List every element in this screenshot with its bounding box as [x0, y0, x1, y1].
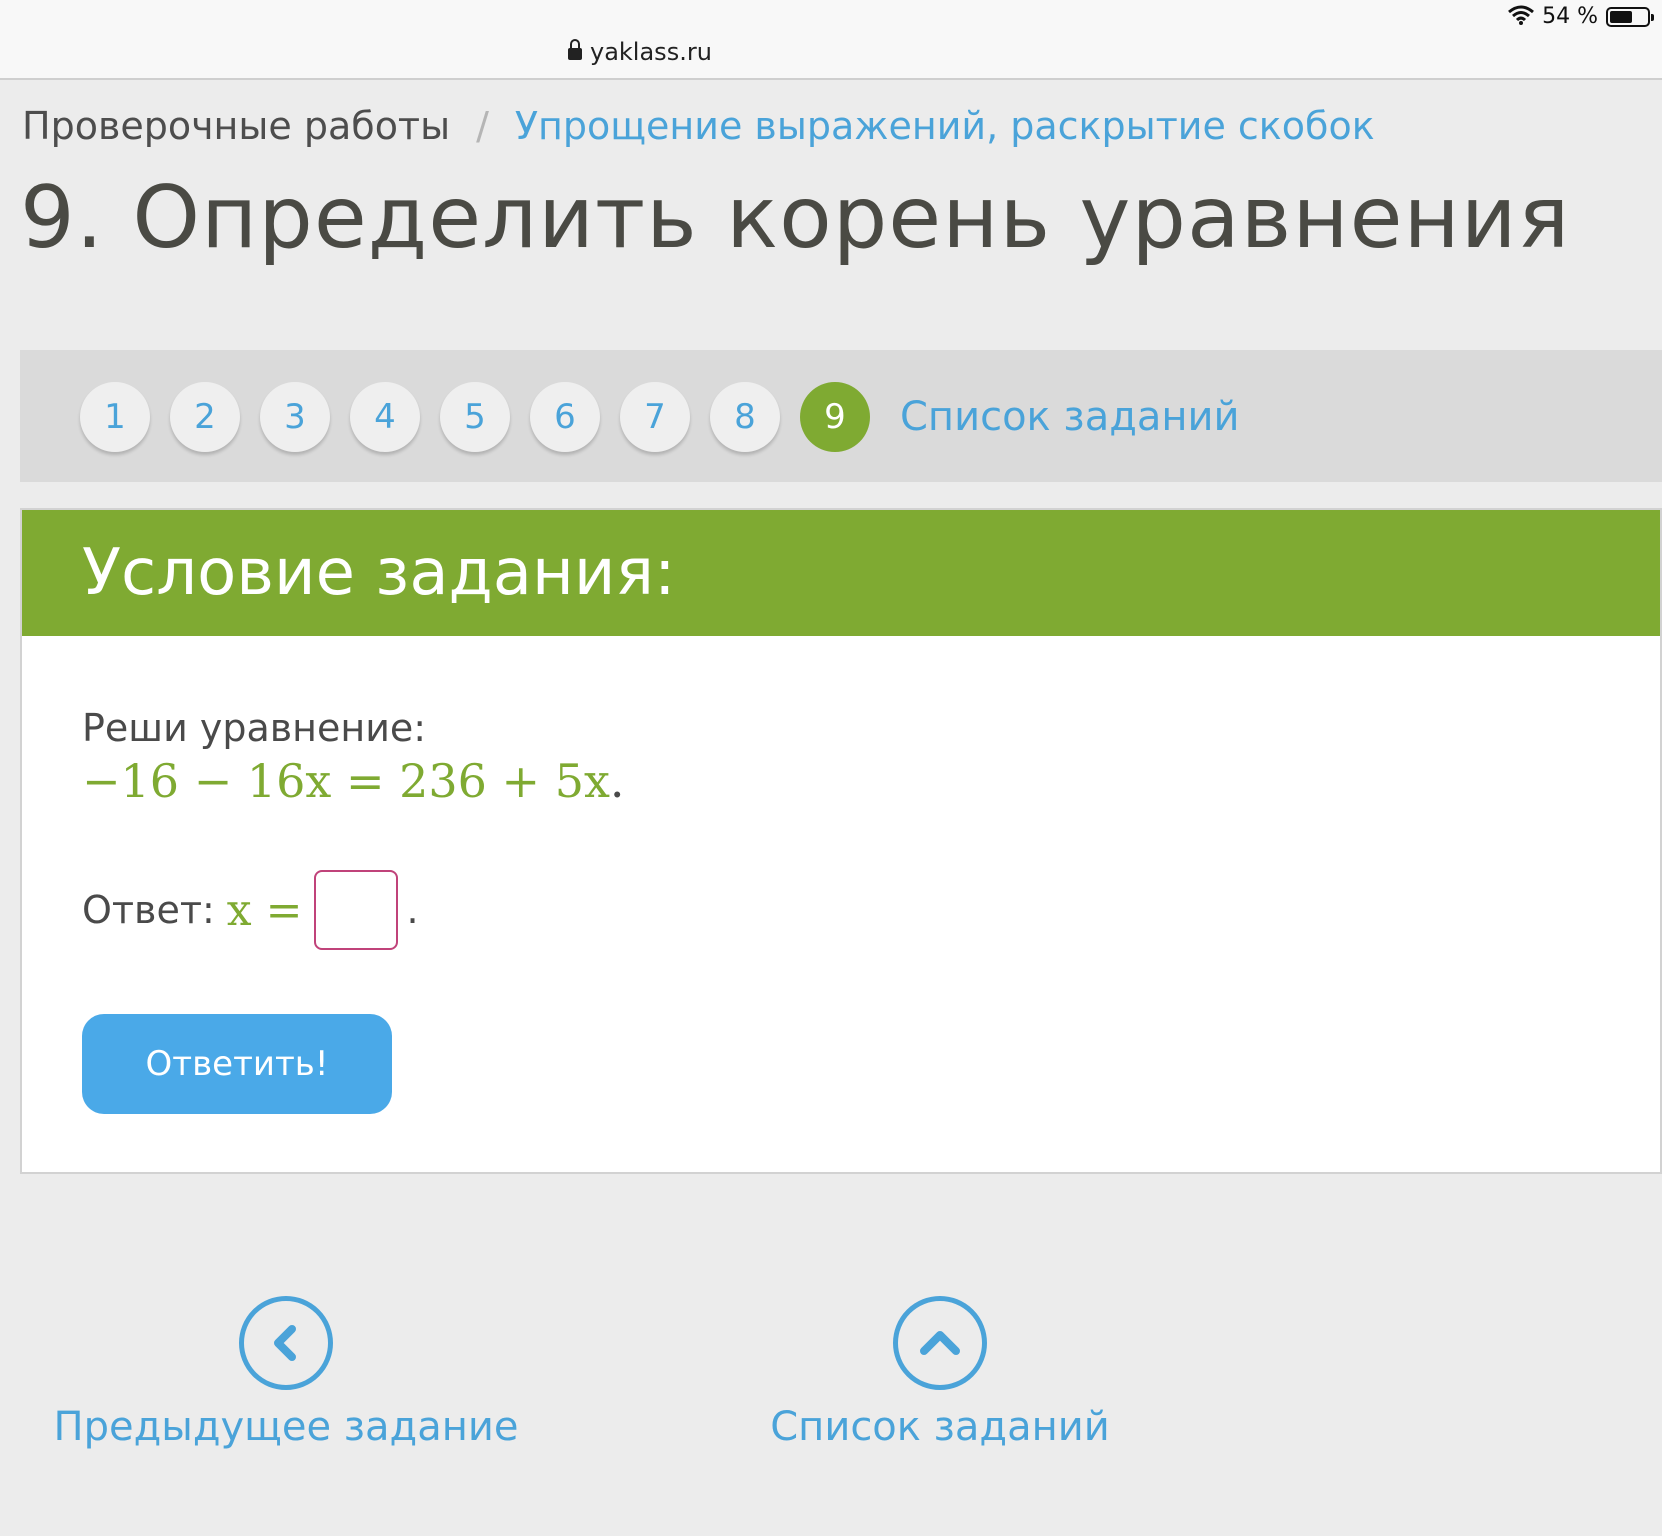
- task-list-button[interactable]: Список заданий: [740, 1296, 1140, 1450]
- breadcrumb-separator: /: [476, 104, 489, 148]
- url-text: yaklass.ru: [590, 38, 712, 66]
- task-card-title: Условие задания:: [82, 536, 676, 610]
- pager-item-8[interactable]: 8: [710, 382, 780, 452]
- pager-item-6[interactable]: 6: [530, 382, 600, 452]
- equation-end: .: [609, 754, 625, 808]
- task-card: Условие задания: Реши уравнение: −16 − 1…: [20, 508, 1662, 1174]
- pager-item-3[interactable]: 3: [260, 382, 330, 452]
- task-instruction: Реши уравнение:: [82, 706, 427, 750]
- answer-row: Ответ: x = .: [82, 870, 419, 950]
- pager-item-2[interactable]: 2: [170, 382, 240, 452]
- task-pager: 1 2 3 4 5 6 7 8 9 Список заданий: [20, 350, 1662, 482]
- breadcrumb: Проверочные работы / Упрощение выражений…: [22, 104, 1375, 148]
- prev-task-button[interactable]: Предыдущее задание: [54, 1296, 518, 1450]
- breadcrumb-current[interactable]: Упрощение выражений, раскрытие скобок: [515, 104, 1375, 148]
- address-bar[interactable]: yaklass.ru: [568, 38, 712, 66]
- task-equation: −16 − 16x = 236 + 5x.: [82, 754, 625, 808]
- answer-variable: x =: [226, 884, 303, 936]
- answer-label: Ответ:: [82, 888, 215, 932]
- wifi-icon: [1508, 5, 1535, 29]
- task-card-header: Условие задания:: [22, 510, 1660, 636]
- breadcrumb-root[interactable]: Проверочные работы: [22, 104, 450, 148]
- answer-input[interactable]: [314, 870, 399, 950]
- pager-item-1[interactable]: 1: [80, 382, 150, 452]
- pager-item-5[interactable]: 5: [440, 382, 510, 452]
- pager-item-9-active[interactable]: 9: [800, 382, 870, 452]
- prev-task-label[interactable]: Предыдущее задание: [54, 1404, 519, 1450]
- equation-text: −16 − 16x = 236 + 5x: [82, 754, 610, 808]
- battery-icon: [1606, 6, 1654, 27]
- lock-icon: [568, 39, 582, 60]
- browser-toolbar: yaklass.ru 54 %: [0, 0, 1662, 80]
- submit-answer-button[interactable]: Ответить!: [82, 1014, 392, 1114]
- task-list-label[interactable]: Список заданий: [770, 1404, 1110, 1450]
- chevron-up-icon[interactable]: [893, 1296, 987, 1390]
- chevron-left-icon[interactable]: [239, 1296, 333, 1390]
- battery-percent: 54 %: [1542, 4, 1598, 29]
- pager-item-4[interactable]: 4: [350, 382, 420, 452]
- pager-task-list-link[interactable]: Список заданий: [900, 394, 1240, 440]
- page-title: 9. Определить корень уравнения: [20, 168, 1571, 268]
- answer-end: .: [406, 888, 419, 932]
- status-bar: 54 %: [1508, 4, 1654, 29]
- pager-item-7[interactable]: 7: [620, 382, 690, 452]
